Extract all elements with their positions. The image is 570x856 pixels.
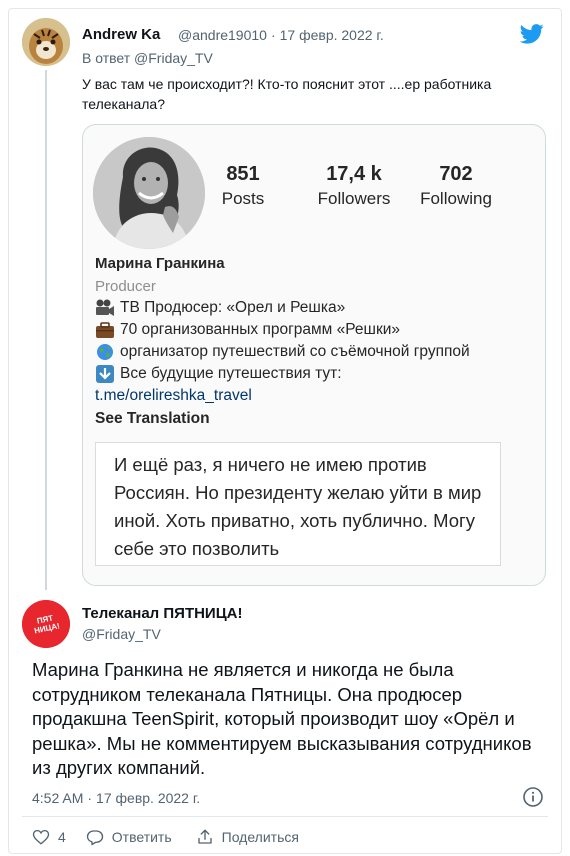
bio-line: организатор путешествий со съёмочной гру…	[95, 343, 470, 361]
bio-line-text: Все будущие путешествия тут:	[120, 365, 342, 382]
followers-label: Followers	[317, 189, 391, 208]
bio-line-text: организатор путешествий со съёмочной гру…	[120, 343, 470, 360]
profile-role: Producer	[95, 278, 156, 295]
main-author-handle[interactable]: @Friday_TV	[82, 626, 161, 642]
like-button[interactable]: 4	[32, 828, 66, 846]
posts-count: 851	[226, 163, 260, 185]
tweet-time: 4:52 AM	[32, 790, 84, 806]
profile-photo	[93, 137, 205, 249]
thread-connector-line	[45, 70, 47, 590]
tweet-actions: 4 Ответить Поделиться	[32, 828, 299, 846]
reply-tweet-text: У вас там че происходит?! Кто-то пояснит…	[82, 76, 492, 112]
tweet-date: 17 февр. 2022 г.	[96, 790, 201, 806]
reply-button[interactable]: Ответить	[86, 828, 172, 846]
friday-tv-avatar[interactable]: ПЯТ НИЦА!	[22, 600, 70, 648]
instagram-profile-screenshot[interactable]: 851 Posts 17,4 k Followers 702 Following…	[82, 124, 546, 586]
movie-camera-icon	[95, 299, 115, 317]
reply-label: Ответить	[111, 829, 172, 845]
andrew-ka-avatar[interactable]	[22, 18, 70, 66]
quote-box: И ещё раз, я ничего не имею против Росси…	[95, 442, 501, 566]
profile-name: Марина Гранкина	[95, 255, 225, 272]
reply-to-handle-link[interactable]: @Friday_TV	[134, 50, 213, 66]
separator-dot: ·	[270, 27, 276, 43]
reply-author-handle[interactable]: @andre19010	[178, 27, 267, 43]
reply-author-name[interactable]: Andrew Ka	[82, 26, 160, 43]
bio-line-text: ТВ Продюсер: «Орел и Решка»	[120, 299, 346, 316]
bio-line: ТВ Продюсер: «Орел и Решка»	[95, 299, 345, 317]
following-label: Following	[420, 189, 492, 208]
like-count: 4	[58, 829, 66, 845]
reply-date[interactable]: 17 февр. 2022 г.	[280, 27, 384, 43]
followers-stat[interactable]: 17,4 k Followers	[307, 161, 401, 211]
followers-count: 17,4 k	[326, 163, 382, 185]
actions-divider	[22, 816, 548, 817]
twitter-bird-icon[interactable]	[520, 24, 544, 44]
briefcase-icon	[95, 321, 115, 339]
main-tweet-text: Марина Гранкина не является и никогда не…	[32, 659, 532, 778]
quote-text: И ещё раз, я ничего не имею против Росси…	[114, 454, 482, 559]
separator-dot: ·	[87, 790, 93, 806]
reply-author-meta: @andre19010 · 17 февр. 2022 г.	[178, 27, 384, 43]
posts-stat[interactable]: 851 Posts	[211, 161, 275, 211]
share-label: Поделиться	[221, 829, 299, 845]
bio-line-text: 70 организованных программ «Решки»	[120, 321, 401, 338]
profile-link[interactable]: t.me/orelireshka_travel	[95, 387, 252, 405]
heart-icon	[32, 829, 50, 845]
globe-icon	[95, 343, 115, 361]
bio-line: Все будущие путешествия тут:	[95, 365, 342, 383]
following-count: 702	[439, 163, 473, 185]
info-icon[interactable]	[522, 786, 544, 808]
reply-to-line: В ответ @Friday_TV	[82, 50, 213, 66]
tweet-timestamp[interactable]: 4:52 AM · 17 февр. 2022 г.	[32, 790, 200, 806]
reply-bubble-icon	[86, 830, 103, 846]
following-stat[interactable]: 702 Following	[411, 161, 501, 211]
down-arrow-icon	[95, 365, 115, 383]
main-author-name[interactable]: Телеканал ПЯТНИЦА!	[82, 605, 243, 622]
posts-label: Posts	[221, 189, 265, 208]
share-button[interactable]: Поделиться	[196, 828, 299, 846]
bio-line: 70 организованных программ «Решки»	[95, 321, 400, 339]
see-translation-button[interactable]: See Translation	[95, 410, 210, 428]
reply-prefix: В ответ	[82, 50, 131, 66]
share-icon	[197, 829, 212, 844]
